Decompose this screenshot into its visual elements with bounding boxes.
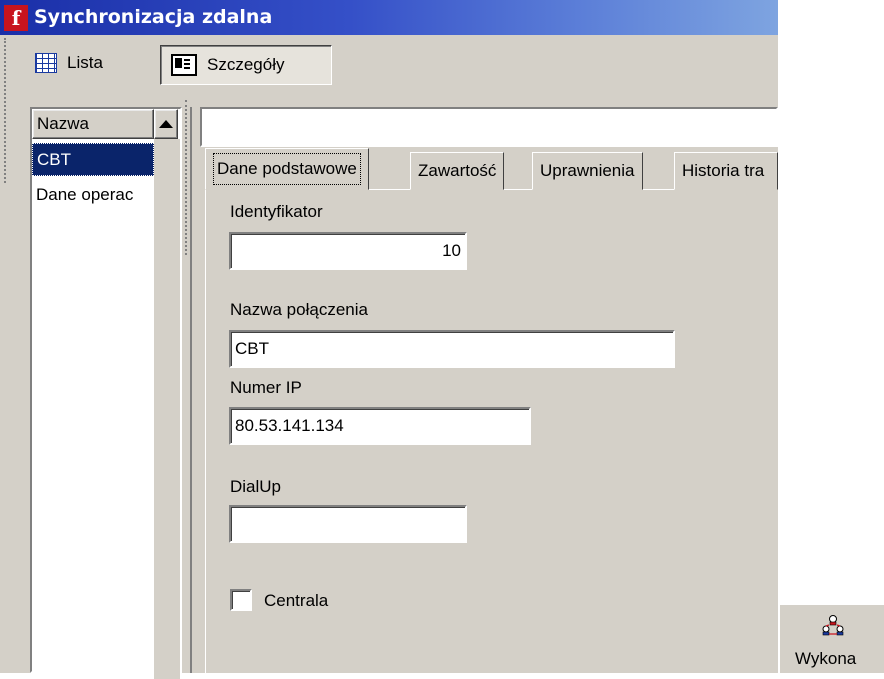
dialup-field[interactable] <box>229 505 467 543</box>
tab-dane-podstawowe[interactable]: Dane podstawowe <box>205 148 369 190</box>
list-item-cbt[interactable]: CBT <box>32 143 154 176</box>
wykonaj-label: Wykona <box>795 649 857 668</box>
details-view-icon <box>171 54 197 76</box>
connection-list[interactable]: Nazwa CBT Dane operac <box>30 107 182 679</box>
numer-ip-label: Numer IP <box>230 378 302 397</box>
app-logo-icon[interactable]: f <box>4 5 28 31</box>
szczegoly-view-button[interactable]: Szczegóły <box>160 45 332 85</box>
centrala-checkbox[interactable] <box>230 589 252 611</box>
list-scrollbar-area[interactable] <box>154 139 180 679</box>
szczegoly-label: Szczegóły <box>207 55 285 74</box>
details-header-strip <box>200 107 778 147</box>
toolbar-grip[interactable] <box>4 38 8 183</box>
lista-view-button[interactable]: Lista <box>24 42 154 84</box>
tab-dane-podstawowe-label: Dane podstawowe <box>213 153 361 185</box>
wykonaj-button[interactable]: Wykona <box>780 605 884 673</box>
dialup-label: DialUp <box>230 477 282 496</box>
centrala-label[interactable]: Centrala <box>264 591 328 611</box>
nazwa-polaczenia-field[interactable]: CBT <box>229 330 675 368</box>
numer-ip-field[interactable]: 80.53.141.134 <box>229 407 531 445</box>
sort-ascending-button[interactable] <box>154 109 178 139</box>
network-sync-icon <box>822 615 844 636</box>
tab-zawartosc[interactable]: Zawartość <box>410 152 505 190</box>
nazwa-polaczenia-label: Nazwa połączenia <box>230 300 368 319</box>
list-column-header-nazwa[interactable]: Nazwa <box>32 109 154 139</box>
title-bar[interactable]: f Synchronizacja zdalna <box>0 0 778 35</box>
triangle-up-icon <box>159 120 173 128</box>
panel-splitter[interactable] <box>185 100 189 255</box>
list-view-icon <box>35 53 57 73</box>
tab-historia[interactable]: Historia tra <box>674 152 778 190</box>
lista-label: Lista <box>67 53 103 72</box>
identyfikator-field[interactable]: 10 <box>229 232 467 270</box>
list-item-dane-operacyjne[interactable]: Dane operac <box>32 178 154 211</box>
window-title: Synchronizacja zdalna <box>34 6 273 28</box>
tab-uprawnienia[interactable]: Uprawnienia <box>532 152 643 190</box>
identyfikator-label: Identyfikator <box>230 202 323 221</box>
